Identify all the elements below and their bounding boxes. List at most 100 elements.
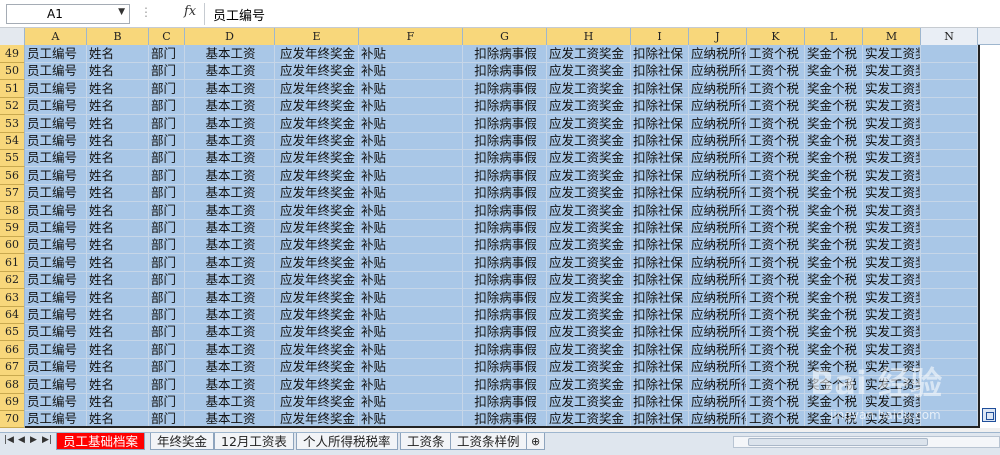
cell[interactable]: 基本工资 xyxy=(185,132,275,150)
cell[interactable]: 员工编号 xyxy=(25,97,87,116)
cell[interactable]: 工资个税 xyxy=(747,166,805,185)
cell[interactable]: 奖金个税 xyxy=(805,219,863,237)
cell[interactable]: 应纳税所得 xyxy=(689,79,747,98)
cell[interactable]: 奖金个税 xyxy=(805,97,863,116)
cell[interactable]: 补贴 xyxy=(359,340,463,359)
cell[interactable]: 应发工资奖金 xyxy=(547,393,631,411)
cell[interactable] xyxy=(921,271,978,290)
cell[interactable]: 扣除病事假 xyxy=(463,62,547,81)
cell[interactable]: 补贴 xyxy=(359,253,463,272)
cell[interactable] xyxy=(921,393,978,411)
cell[interactable]: 应发工资奖金 xyxy=(547,375,631,394)
cell[interactable]: 补贴 xyxy=(359,166,463,185)
cell[interactable]: 实发工资奖金 xyxy=(863,236,921,255)
cell[interactable]: 工资个税 xyxy=(747,288,805,307)
cell[interactable]: 扣除社保 xyxy=(631,79,689,98)
cell[interactable]: 基本工资 xyxy=(185,97,275,116)
cell[interactable]: 扣除社保 xyxy=(631,375,689,394)
cell[interactable]: 应发年终奖金 xyxy=(275,97,359,116)
cell[interactable]: 补贴 xyxy=(359,306,463,324)
cell[interactable]: 补贴 xyxy=(359,288,463,307)
cell[interactable] xyxy=(921,166,978,185)
cell[interactable]: 基本工资 xyxy=(185,306,275,324)
column-header-m[interactable]: M xyxy=(863,28,921,45)
cell-grid[interactable]: 员工编号姓名部门基本工资应发年终奖金补贴扣除病事假应发工资奖金扣除社保应纳税所得… xyxy=(25,45,978,428)
row-header[interactable]: 62 xyxy=(0,271,25,290)
cell[interactable]: 部门 xyxy=(149,393,185,411)
cell[interactable]: 扣除社保 xyxy=(631,184,689,203)
cell[interactable]: 姓名 xyxy=(87,114,149,133)
cell[interactable]: 奖金个税 xyxy=(805,201,863,220)
cell[interactable]: 应纳税所得 xyxy=(689,323,747,342)
cell[interactable]: 实发工资奖金 xyxy=(863,323,921,342)
cell[interactable]: 基本工资 xyxy=(185,79,275,98)
cell[interactable]: 部门 xyxy=(149,79,185,98)
cell[interactable] xyxy=(921,45,978,63)
cell[interactable]: 奖金个税 xyxy=(805,253,863,272)
cell[interactable]: 姓名 xyxy=(87,45,149,63)
cell[interactable]: 实发工资奖金 xyxy=(863,149,921,168)
cell[interactable]: 奖金个税 xyxy=(805,288,863,307)
cell[interactable]: 部门 xyxy=(149,97,185,116)
row-header[interactable]: 60 xyxy=(0,236,25,255)
cell[interactable]: 基本工资 xyxy=(185,184,275,203)
cell[interactable]: 扣除社保 xyxy=(631,219,689,237)
cell[interactable]: 扣除病事假 xyxy=(463,323,547,342)
cell[interactable]: 扣除社保 xyxy=(631,306,689,324)
cell[interactable]: 应纳税所得 xyxy=(689,358,747,377)
cell[interactable]: 工资个税 xyxy=(747,375,805,394)
cell[interactable]: 扣除病事假 xyxy=(463,79,547,98)
cell[interactable]: 补贴 xyxy=(359,393,463,411)
cell[interactable]: 应发工资奖金 xyxy=(547,114,631,133)
cell[interactable]: 实发工资奖金 xyxy=(863,219,921,237)
cell[interactable]: 工资个税 xyxy=(747,358,805,377)
cell[interactable]: 实发工资奖金 xyxy=(863,306,921,324)
cell[interactable]: 应发年终奖金 xyxy=(275,149,359,168)
cell[interactable]: 应发工资奖金 xyxy=(547,323,631,342)
cell[interactable]: 姓名 xyxy=(87,166,149,185)
cell[interactable]: 工资个税 xyxy=(747,340,805,359)
cell[interactable]: 扣除社保 xyxy=(631,97,689,116)
cell[interactable]: 姓名 xyxy=(87,201,149,220)
cell[interactable]: 应发工资奖金 xyxy=(547,184,631,203)
cell[interactable]: 扣除病事假 xyxy=(463,271,547,290)
cell[interactable]: 部门 xyxy=(149,166,185,185)
cell[interactable]: 应纳税所得 xyxy=(689,271,747,290)
cell[interactable]: 应纳税所得 xyxy=(689,149,747,168)
row-header[interactable]: 51 xyxy=(0,79,25,98)
cell[interactable]: 补贴 xyxy=(359,184,463,203)
cell[interactable] xyxy=(921,114,978,133)
cell[interactable]: 应发年终奖金 xyxy=(275,358,359,377)
cell[interactable]: 应发年终奖金 xyxy=(275,393,359,411)
cell[interactable]: 姓名 xyxy=(87,149,149,168)
cell[interactable] xyxy=(921,340,978,359)
cell[interactable]: 部门 xyxy=(149,375,185,394)
cell[interactable]: 实发工资奖金 xyxy=(863,132,921,150)
cell[interactable]: 应发工资奖金 xyxy=(547,219,631,237)
cell[interactable]: 员工编号 xyxy=(25,132,87,150)
cell[interactable]: 应发年终奖金 xyxy=(275,114,359,133)
cell[interactable]: 工资个税 xyxy=(747,79,805,98)
cell[interactable]: 部门 xyxy=(149,201,185,220)
row-header[interactable]: 58 xyxy=(0,201,25,220)
cell[interactable] xyxy=(921,97,978,116)
cell[interactable]: 基本工资 xyxy=(185,149,275,168)
cell[interactable]: 部门 xyxy=(149,114,185,133)
cell[interactable]: 姓名 xyxy=(87,253,149,272)
cell[interactable]: 扣除社保 xyxy=(631,166,689,185)
cell[interactable]: 扣除社保 xyxy=(631,358,689,377)
cell[interactable]: 扣除病事假 xyxy=(463,97,547,116)
cell[interactable]: 应发工资奖金 xyxy=(547,97,631,116)
cell[interactable]: 基本工资 xyxy=(185,114,275,133)
scroll-thumb[interactable] xyxy=(748,438,928,446)
cell[interactable]: 基本工资 xyxy=(185,288,275,307)
cell[interactable]: 补贴 xyxy=(359,79,463,98)
cell[interactable]: 实发工资奖金 xyxy=(863,45,921,63)
cell[interactable]: 应发工资奖金 xyxy=(547,288,631,307)
cell[interactable]: 姓名 xyxy=(87,393,149,411)
cell[interactable]: 姓名 xyxy=(87,271,149,290)
cell[interactable]: 姓名 xyxy=(87,97,149,116)
column-header-h[interactable]: H xyxy=(547,28,631,45)
cell[interactable]: 部门 xyxy=(149,236,185,255)
cell[interactable]: 员工编号 xyxy=(25,62,87,81)
